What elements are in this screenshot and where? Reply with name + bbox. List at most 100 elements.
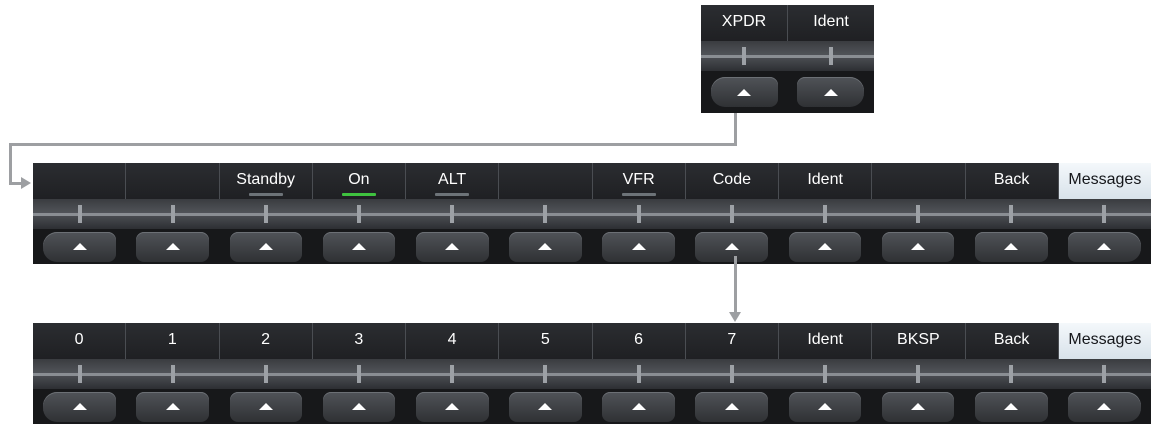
softkey-bksp[interactable]: BKSP [872,323,966,359]
softkey-rail-tick [1102,205,1107,223]
softkey-label: VFR [622,171,655,188]
connector-horizontal [9,143,737,146]
up-arrow-icon [1004,243,1019,250]
softkey-rail-tick [729,205,734,223]
transponder-code-softkey-bar: 0 1 2 3 4 5 6 7 Ident BKSP Back Messages [33,323,1151,424]
softkey-label: 7 [727,331,737,348]
softkey-rail-tick [636,365,641,383]
hardware-softkey-button[interactable] [695,231,769,262]
up-arrow-icon [538,403,553,410]
softkey-back[interactable]: Back [965,323,1059,359]
softkey-rail [33,359,1151,389]
hardware-softkey-button[interactable] [229,391,303,422]
softkey-2[interactable]: 2 [219,323,313,359]
hardware-softkey-button[interactable] [788,391,862,422]
softkey-blank-1[interactable] [126,163,220,199]
connector-left-vertical [9,143,12,185]
softkey-alt[interactable]: ALT [406,163,500,199]
hardware-softkey-button[interactable] [509,231,582,262]
up-arrow-icon [817,243,832,250]
hardware-softkey-button[interactable] [1068,391,1141,422]
softkey-rail-tick [822,365,827,383]
up-arrow-icon [538,243,553,250]
softkey-label: Standby [236,171,295,188]
hardware-softkey-button[interactable] [602,391,675,422]
softkey-label: Ident [813,13,849,30]
softkey-label: 1 [167,331,177,348]
up-arrow-icon [911,243,926,250]
softkey-vfr[interactable]: VFR [592,163,686,199]
softkey-label: XPDR [721,13,767,30]
hardware-button-slot [778,389,871,424]
hardware-button-slot [219,389,312,424]
hardware-button-slot [313,229,406,264]
softkey-ident[interactable]: Ident [779,323,873,359]
up-arrow-icon [1004,403,1019,410]
softkey-0[interactable]: 0 [33,323,127,359]
softkey-3[interactable]: 3 [312,323,406,359]
hardware-softkey-button[interactable] [881,231,955,262]
softkey-rail-tick [450,365,455,383]
hardware-softkey-button[interactable] [136,391,210,422]
softkey-blank-9[interactable] [872,163,966,199]
hardware-button-slot [126,389,219,424]
up-arrow-icon [724,243,739,250]
softkey-ident[interactable]: Ident [788,5,874,41]
transponder-mode-softkey-bar: Standby On ALT VFR Code Ident Back Messages [33,163,1151,264]
hardware-softkey-button[interactable] [1068,231,1141,262]
softkey-rail-tick [1009,365,1014,383]
softkey-label: 2 [261,331,271,348]
softkey-back[interactable]: Back [965,163,1059,199]
hardware-softkey-button[interactable] [229,231,303,262]
hardware-softkey-button[interactable] [136,231,210,262]
softkey-rail-tick [742,47,747,65]
softkey-1[interactable]: 1 [126,323,220,359]
hardware-softkey-button[interactable] [974,391,1048,422]
softkey-rail-tick [77,205,82,223]
softkey-status-indicator [435,193,470,196]
hardware-softkey-button[interactable] [797,77,865,107]
hardware-softkey-button[interactable] [881,391,955,422]
softkey-label: 5 [540,331,550,348]
softkey-5[interactable]: 5 [499,323,593,359]
hardware-button-row [33,389,1151,424]
softkey-blank-0[interactable] [33,163,127,199]
up-arrow-icon [165,243,180,250]
hardware-button-slot [701,71,788,113]
softkey-code[interactable]: Code [685,163,779,199]
softkey-ident[interactable]: Ident [779,163,873,199]
hardware-softkey-button[interactable] [788,231,862,262]
up-arrow-icon [258,243,273,250]
softkey-rail [701,41,874,71]
hardware-button-slot [33,389,126,424]
hardware-softkey-button[interactable] [322,231,396,262]
up-arrow-icon [1097,243,1112,250]
softkey-standby[interactable]: Standby [219,163,313,199]
softkey-blank-5[interactable] [499,163,593,199]
softkey-messages[interactable]: Messages [1058,163,1151,199]
hardware-softkey-button[interactable] [974,231,1048,262]
softkey-4[interactable]: 4 [406,323,500,359]
hardware-softkey-button[interactable] [43,231,116,262]
softkey-label: Ident [807,331,843,348]
up-arrow-icon [445,403,460,410]
softkey-on[interactable]: On [312,163,406,199]
hardware-softkey-button[interactable] [415,391,489,422]
hardware-softkey-button[interactable] [509,391,582,422]
connector-xpdr-vertical [734,113,737,146]
softkey-7[interactable]: 7 [685,323,779,359]
softkey-label: 0 [74,331,84,348]
softkey-rail-tick [263,365,268,383]
hardware-softkey-button[interactable] [710,77,778,107]
hardware-softkey-button[interactable] [695,391,769,422]
softkey-label: Messages [1068,331,1142,348]
connector-code-vertical [734,256,737,314]
softkey-messages[interactable]: Messages [1058,323,1151,359]
softkey-6[interactable]: 6 [592,323,686,359]
hardware-softkey-button[interactable] [602,231,675,262]
hardware-softkey-button[interactable] [43,391,116,422]
softkey-label: 6 [634,331,644,348]
hardware-softkey-button[interactable] [322,391,396,422]
softkey-xpdr[interactable]: XPDR [701,5,788,41]
hardware-softkey-button[interactable] [415,231,489,262]
